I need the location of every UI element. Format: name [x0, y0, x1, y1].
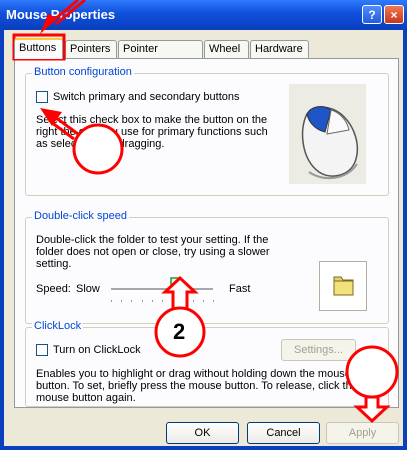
turn-on-clicklock-checkbox[interactable] [36, 344, 48, 356]
speed-slider-track[interactable] [111, 288, 213, 291]
clicklock-group: ClickLock Turn on ClickLock Settings... … [25, 320, 389, 407]
mouse-illustration [289, 84, 366, 184]
tab-pointer-options[interactable]: Pointer Options [118, 40, 203, 72]
tab-hardware[interactable]: Hardware [250, 40, 309, 58]
close-button[interactable]: × [384, 5, 404, 24]
double-click-description-line-3: setting. [36, 258, 72, 270]
switch-buttons-checkbox[interactable] [36, 91, 48, 103]
speed-slider-tick [162, 300, 163, 302]
turn-on-clicklock-label[interactable]: Turn on ClickLock [53, 344, 141, 356]
speed-slider-thumb[interactable] [170, 277, 181, 298]
speed-slider-tick [202, 300, 204, 302]
window-title: Mouse Properties [6, 7, 116, 22]
slow-label: Slow [76, 283, 100, 295]
button-config-description-line-1: Select this check box to make the button… [36, 114, 268, 126]
cancel-button[interactable]: Cancel [247, 422, 320, 444]
fast-label: Fast [229, 283, 251, 295]
button-config-description-line-2: right the one you use for primary functi… [36, 126, 268, 138]
speed-slider-tick [192, 300, 194, 302]
speed-slider-tick [111, 300, 112, 302]
speed-slider-tick [131, 300, 133, 302]
tab-buttons[interactable]: Buttons [14, 38, 63, 59]
ok-button[interactable]: OK [166, 422, 239, 444]
buttons-tab-panel: Button configuration Switch primary and … [14, 58, 399, 408]
button-configuration-group: Button configuration Switch primary and … [25, 66, 389, 196]
annotation-number-2: 2 [173, 319, 186, 344]
clicklock-description-line-2: button. To set, briefly press the mouse … [36, 380, 358, 392]
clicklock-description-line-3: mouse button again. [36, 392, 136, 404]
tab-wheel[interactable]: Wheel [204, 40, 249, 58]
speed-slider-tick [182, 300, 184, 302]
title-bar[interactable]: Mouse Properties ? × [0, 0, 407, 30]
clicklock-settings-button[interactable]: Settings... [281, 339, 356, 361]
button-configuration-legend: Button configuration [32, 66, 134, 78]
tab-pointers[interactable]: Pointers [65, 40, 117, 58]
dialog-body: Buttons Pointers Pointer Options Wheel H… [4, 30, 403, 446]
double-click-description-line-1: Double-click the folder to test your set… [36, 234, 269, 246]
clicklock-description-line-1: Enables you to highlight or drag without… [36, 368, 351, 380]
speed-slider-tick [121, 300, 123, 302]
speed-slider-tick [151, 300, 153, 302]
folder-icon [333, 276, 354, 296]
clicklock-legend: ClickLock [32, 320, 84, 332]
double-click-description-line-2: folder does not open or close, try using… [36, 246, 270, 258]
double-click-speed-group: Double-click speed Double-click the fold… [25, 210, 389, 324]
mouse-properties-window: Mouse Properties ? × Buttons Pointers Po… [0, 0, 407, 450]
test-folder[interactable] [319, 261, 367, 311]
speed-slider-tick [213, 300, 214, 302]
double-click-legend: Double-click speed [32, 210, 129, 222]
apply-button[interactable]: Apply [326, 422, 399, 444]
switch-buttons-label[interactable]: Switch primary and secondary buttons [53, 91, 239, 103]
help-button[interactable]: ? [362, 5, 382, 24]
speed-label: Speed: [36, 283, 71, 295]
speed-slider-tick [141, 300, 143, 302]
button-config-description-line-3: as selecting and dragging. [36, 138, 165, 150]
speed-slider-tick [172, 300, 174, 302]
